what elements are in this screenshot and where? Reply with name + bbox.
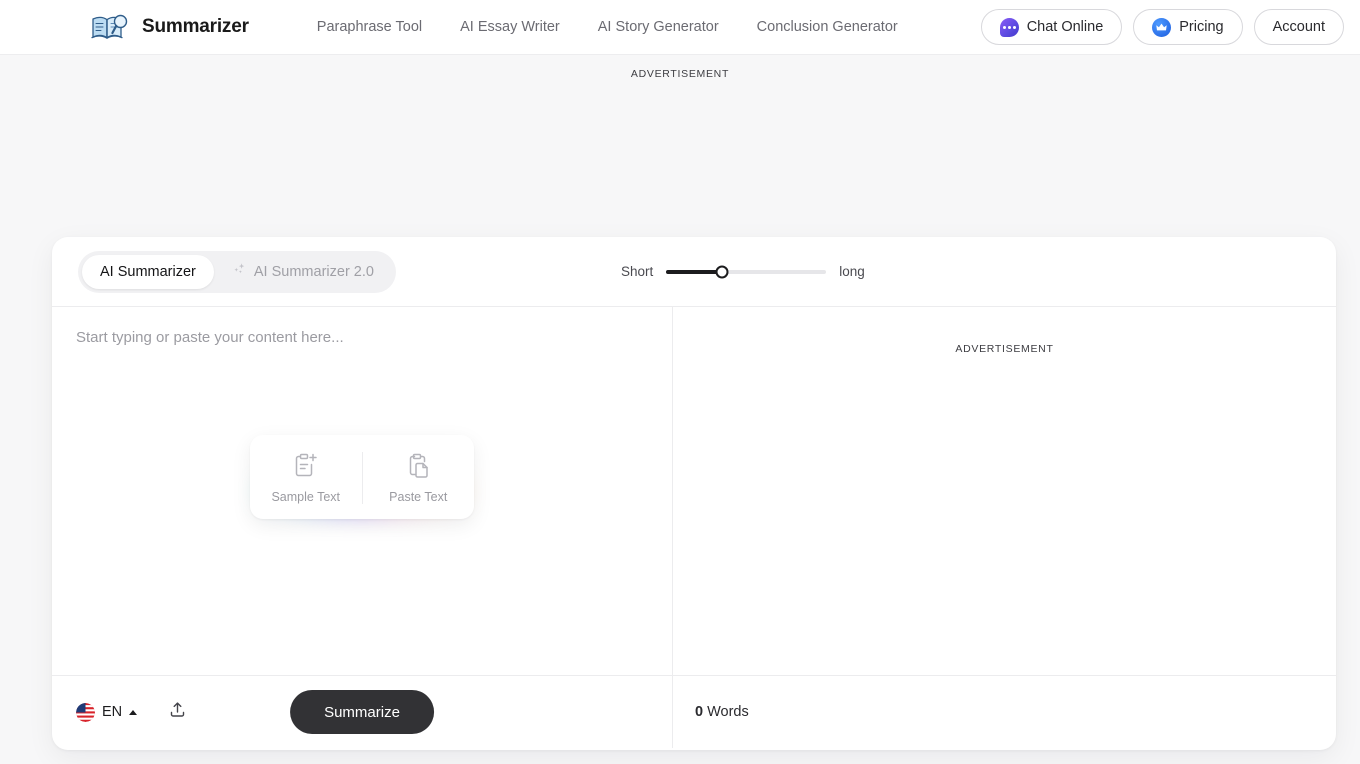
language-selector[interactable]: EN	[76, 702, 138, 722]
main-stage: AI Summarizer AI Summarizer 2.0 Short lo…	[0, 95, 1360, 755]
advertisement-right: ADVERTISEMENT	[955, 343, 1054, 355]
footer-right: 0 Words	[673, 676, 1336, 748]
advertisement-top: ADVERTISEMENT	[630, 68, 730, 80]
advertisement-bottom: ADVERTISEMENT	[0, 755, 1360, 764]
tab-ai-summarizer-label: AI Summarizer	[100, 263, 196, 280]
word-count-number: 0	[695, 704, 704, 720]
word-count: 0 Words	[695, 704, 749, 720]
quick-actions-card: Sample Text Paste Text	[250, 435, 474, 519]
summarize-button[interactable]: Summarize	[290, 690, 434, 734]
output-panel: ADVERTISEMENT	[673, 307, 1336, 675]
nav-link-ai-story-generator[interactable]: AI Story Generator	[598, 19, 719, 35]
tab-ai-summarizer-2-label: AI Summarizer 2.0	[253, 263, 374, 280]
tool-tabs: AI Summarizer AI Summarizer 2.0	[78, 250, 396, 293]
chat-online-label: Chat Online	[1026, 19, 1104, 35]
slider-track[interactable]	[666, 265, 827, 278]
length-slider: Short long	[621, 237, 865, 306]
paste-text-button[interactable]: Paste Text	[361, 452, 475, 504]
sparkles-icon	[232, 262, 247, 281]
account-label: Account	[1272, 19, 1325, 35]
pricing-button[interactable]: Pricing	[1133, 9, 1243, 45]
upload-icon	[169, 701, 186, 723]
account-button[interactable]: Account	[1253, 9, 1344, 45]
header-actions: Chat Online Pricing Account	[980, 9, 1344, 45]
clipboard-paste-icon	[405, 452, 431, 479]
nav-link-paraphrase-tool[interactable]: Paraphrase Tool	[317, 19, 422, 35]
footer-left: EN Summarize	[52, 676, 673, 748]
book-magnifier-icon	[90, 12, 132, 42]
slider-min-label: Short	[621, 264, 654, 279]
brand-name: Summarizer	[142, 16, 249, 37]
nav-link-ai-essay-writer[interactable]: AI Essay Writer	[460, 19, 560, 35]
tab-ai-summarizer[interactable]: AI Summarizer	[82, 254, 214, 289]
editor-placeholder: Start typing or paste your content here.…	[76, 329, 344, 346]
paste-text-label: Paste Text	[389, 490, 448, 504]
chat-online-button[interactable]: Chat Online	[980, 9, 1123, 45]
chat-bubble-icon	[999, 17, 1019, 37]
sample-text-button[interactable]: Sample Text	[250, 452, 362, 504]
crown-icon	[1152, 17, 1172, 37]
summarizer-card: AI Summarizer AI Summarizer 2.0 Short lo…	[52, 237, 1336, 750]
word-count-unit: Words	[707, 704, 749, 720]
tab-ai-summarizer-2[interactable]: AI Summarizer 2.0	[214, 255, 392, 289]
editor-panels: Start typing or paste your content here.…	[52, 306, 1336, 676]
us-flag-icon	[76, 702, 95, 722]
slider-fill	[666, 269, 723, 274]
quick-actions: Sample Text Paste Text	[250, 435, 474, 519]
slider-max-label: long	[839, 264, 865, 279]
card-footer: EN Summarize 0 Words	[52, 676, 1336, 748]
primary-nav: Paraphrase Tool AI Essay Writer AI Story…	[317, 19, 898, 35]
card-toolbar: AI Summarizer AI Summarizer 2.0 Short lo…	[52, 237, 1336, 306]
pricing-label: Pricing	[1179, 19, 1224, 35]
input-panel[interactable]: Start typing or paste your content here.…	[52, 307, 673, 675]
slider-thumb[interactable]	[715, 265, 729, 278]
sample-text-label: Sample Text	[271, 490, 341, 504]
chevron-up-icon	[129, 709, 138, 715]
nav-link-conclusion-generator[interactable]: Conclusion Generator	[757, 19, 898, 35]
upload-button[interactable]	[162, 697, 192, 727]
clipboard-plus-icon	[293, 452, 319, 479]
brand[interactable]: Summarizer	[90, 12, 249, 42]
language-code: EN	[102, 704, 123, 720]
site-header: Summarizer Paraphrase Tool AI Essay Writ…	[0, 0, 1360, 55]
